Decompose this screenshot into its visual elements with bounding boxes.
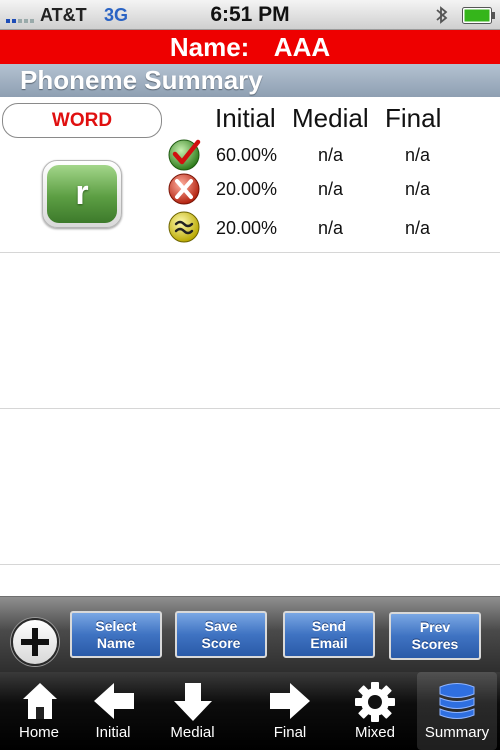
row-approx-medial: n/a [318,218,344,238]
name-value: AAA [273,32,331,62]
status-bar: AT&T 3G 6:51 PM [0,0,500,30]
prev-scores-line2: Scores [411,636,459,652]
row-incorrect-final: n/a [405,179,431,199]
cross-icon [168,173,200,205]
gear-icon [355,682,395,722]
send-email-line2: Email [310,635,348,651]
tab-medial-label: Medial [170,724,215,741]
tab-summary-label: Summary [424,724,490,741]
signal-icon [6,9,36,23]
tab-medial[interactable]: Medial [155,672,230,750]
tab-mixed[interactable]: Mixed [340,672,410,750]
arrow-left-icon [94,683,134,719]
column-header-medial: Medial [292,103,369,133]
prev-scores-button[interactable]: Prev Scores [389,612,481,660]
phoneme-button[interactable]: r [42,160,122,228]
home-icon [23,683,57,719]
list-divider [0,252,500,253]
row-approx-final: n/a [405,218,431,238]
tab-home[interactable]: Home [0,672,78,750]
save-score-button[interactable]: Save Score [175,611,267,658]
approx-icon [168,211,200,243]
list-divider [0,408,500,409]
save-score-line1: Save [204,618,238,634]
tab-summary[interactable]: Summary [417,672,497,750]
row-correct-final: n/a [405,145,431,165]
row-approx-initial: 20.00% [216,218,278,238]
column-header-final: Final [385,103,442,133]
battery-icon [462,7,495,24]
network-type: 3G [104,5,129,25]
tab-initial[interactable]: Initial [78,672,148,750]
row-correct-initial: 60.00% [216,145,278,165]
tab-mixed-label: Mixed [354,724,395,741]
tab-initial-label: Initial [95,724,131,741]
tab-final-label: Final [273,724,307,741]
select-name-line2: Name [96,635,136,651]
phoneme-label: r [47,165,117,223]
row-incorrect-medial: n/a [318,179,344,199]
carrier-name: AT&T [40,5,87,25]
arrow-right-icon [270,683,310,719]
row-incorrect-initial: 20.00% [216,179,278,199]
column-header-initial: Initial [215,103,276,133]
select-name-button[interactable]: Select Name [70,611,162,658]
arrow-down-icon [174,683,212,721]
select-name-line1: Select [95,618,137,634]
bluetooth-icon [436,6,448,24]
prev-scores-line1: Prev [419,619,451,635]
row-correct-medial: n/a [318,145,344,165]
tab-final[interactable]: Final [255,672,325,750]
add-button[interactable] [11,618,59,666]
send-email-line1: Send [311,618,347,634]
send-email-button[interactable]: Send Email [283,611,375,658]
list-divider [0,564,500,565]
database-icon [439,683,475,719]
section-title: Phoneme Summary [0,64,500,97]
plus-icon [21,628,49,656]
word-button[interactable]: WORD [2,103,162,138]
name-label: Name: [169,32,250,62]
check-icon [168,139,201,171]
tab-home-label: Home [18,724,59,741]
app-screen: AT&T 3G 6:51 PM Name: AAA Phoneme Summar… [0,0,500,750]
name-banner: Name: AAA [0,30,500,64]
save-score-line2: Score [201,635,241,651]
